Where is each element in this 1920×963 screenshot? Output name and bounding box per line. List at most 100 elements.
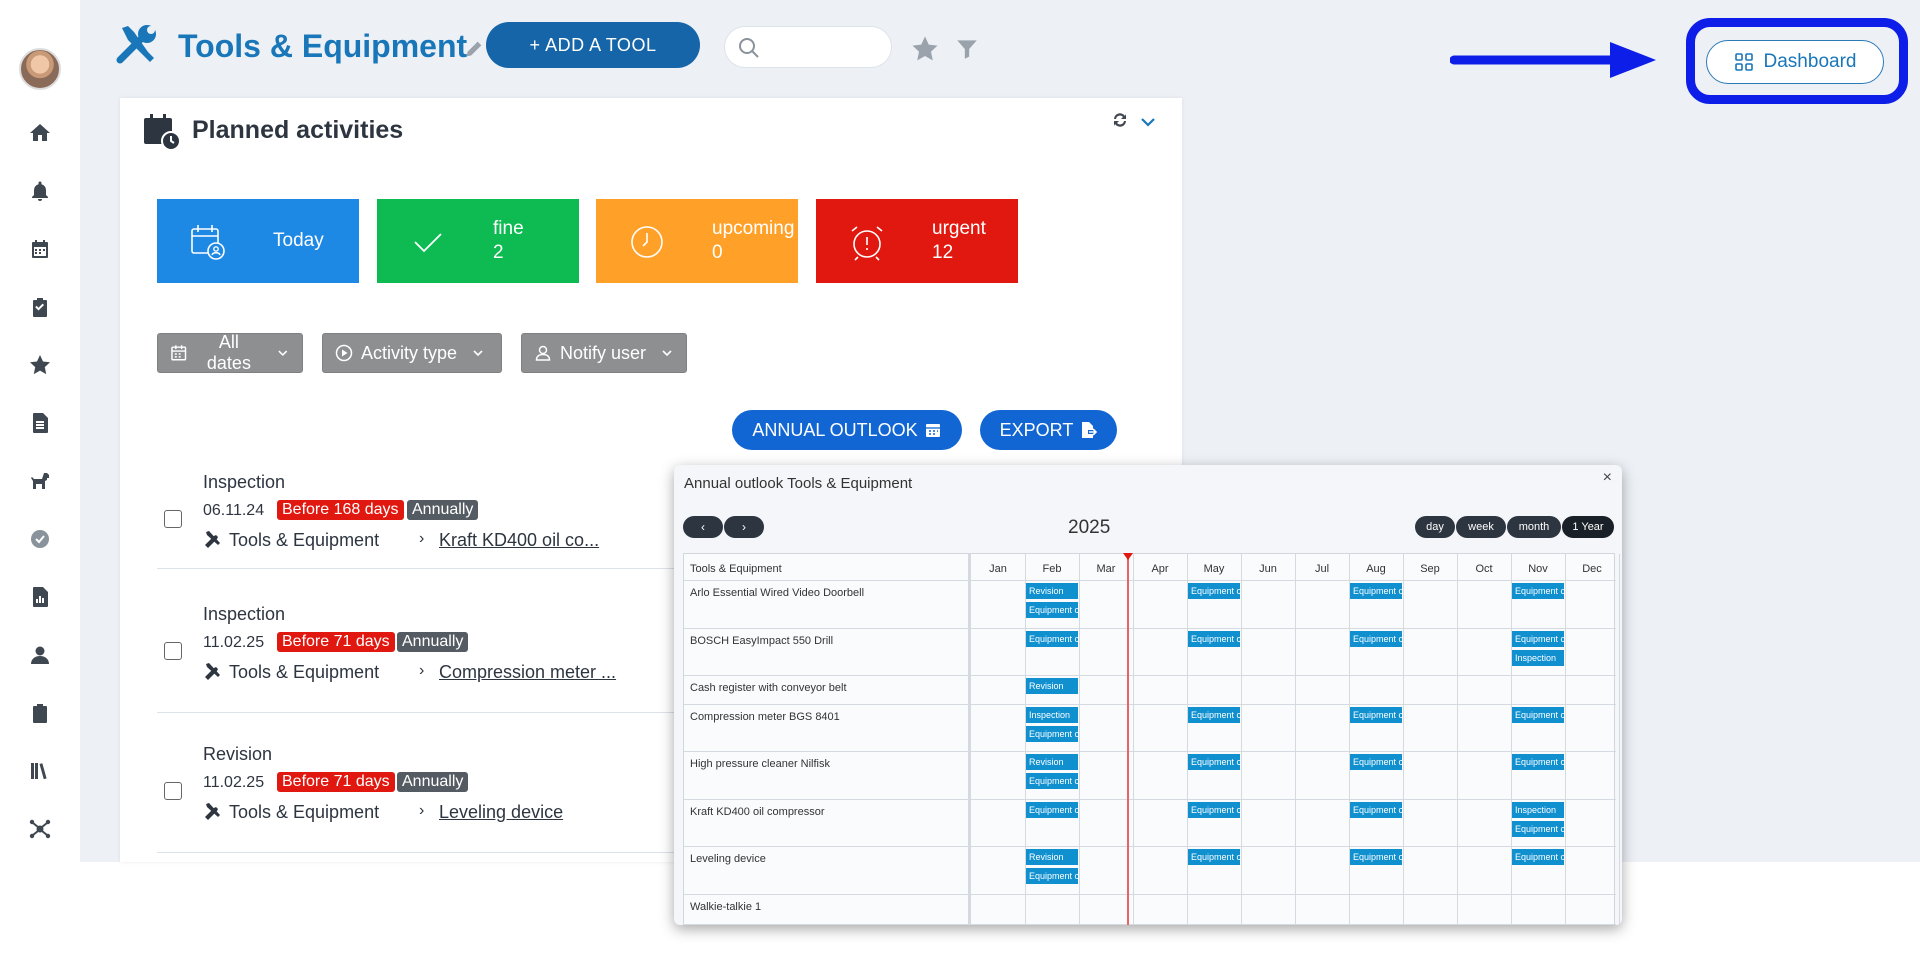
calendar-icon (925, 424, 940, 437)
gantt-activity-bar[interactable]: Equipment c (1512, 849, 1564, 865)
pencil-icon[interactable] (463, 38, 485, 60)
gantt-row-divider (684, 846, 1616, 847)
close-icon[interactable]: × (1603, 469, 1612, 487)
dashboard-button[interactable]: Dashboard (1706, 40, 1884, 84)
sidebar-item-documents[interactable] (20, 394, 60, 452)
view-week-button[interactable]: week (1456, 516, 1506, 538)
activity-item-link[interactable]: Compression meter ... (439, 662, 616, 683)
gantt-activity-bar[interactable]: Equipment c (1188, 802, 1240, 818)
sidebar-item-home[interactable] (20, 104, 60, 162)
activity-checkbox[interactable] (164, 642, 182, 660)
avatar[interactable] (19, 48, 61, 90)
activity-checkbox[interactable] (164, 510, 182, 528)
checkmark-icon (414, 233, 442, 253)
gantt-activity-bar[interactable]: Equipment c (1188, 631, 1240, 647)
gantt-activity-bar[interactable]: Inspection (1026, 707, 1078, 723)
gantt-activity-bar[interactable]: Equipment c (1026, 802, 1078, 818)
gantt-activity-bar[interactable]: Equipment c (1350, 631, 1402, 647)
sidebar-icons (20, 104, 60, 858)
activity-category: Tools & Equipment (229, 662, 380, 682)
gantt-activity-bar[interactable]: Inspection (1512, 650, 1564, 666)
gantt-activity-bar[interactable]: Revision (1026, 754, 1078, 770)
today-marker-icon (1123, 553, 1133, 560)
gantt-activity-bar[interactable]: Equipment c (1026, 868, 1078, 884)
view-month-button[interactable]: month (1507, 516, 1561, 538)
gantt-chart: Tools & Equipment Jan Feb Mar Apr May Jun Jul A… (683, 553, 1620, 925)
sidebar-item-clipboard[interactable] (20, 684, 60, 742)
funnel-filter-icon[interactable] (954, 36, 980, 62)
activity-item: Inspection 06.11.24 Before 168 days Annu… (157, 472, 737, 592)
all-dates-filter[interactable]: All dates (157, 332, 303, 373)
gantt-activity-bar[interactable]: Equipment c (1350, 707, 1402, 723)
tile-urgent[interactable]: urgent 12 (816, 199, 1018, 283)
sidebar-item-tasks[interactable] (20, 278, 60, 336)
gantt-activity-bar[interactable]: Inspection (1512, 802, 1564, 818)
gantt-month-label: Sep (1420, 563, 1440, 575)
gantt-activity-bar[interactable]: Equipment c (1188, 583, 1240, 599)
sidebar-item-completed[interactable] (20, 510, 60, 568)
gantt-activity-bar[interactable]: Equipment c (1350, 802, 1402, 818)
star-filter-icon[interactable] (910, 34, 940, 64)
tile-upcoming[interactable]: upcoming 0 (596, 199, 798, 283)
notify-user-label: Notify user (560, 342, 647, 363)
gantt-activity-bar[interactable]: Equipment c (1512, 707, 1564, 723)
activity-name: Inspection (203, 604, 286, 624)
tile-urgent-count: 12 (932, 242, 954, 263)
chevron-right-icon: › (419, 530, 425, 547)
gantt-activity-bar[interactable]: Equipment c (1026, 631, 1078, 647)
sidebar-item-users[interactable] (20, 626, 60, 684)
home-icon (30, 124, 50, 141)
gantt-activity-bar[interactable]: Equipment c (1026, 602, 1078, 618)
activity-item-link[interactable]: Leveling device (439, 802, 563, 823)
gantt-activity-bar[interactable]: Equipment c (1512, 583, 1564, 599)
gantt-activity-bar[interactable]: Equipment c (1026, 773, 1078, 789)
sidebar-item-notifications[interactable] (20, 162, 60, 220)
sidebar-item-network[interactable] (20, 800, 60, 858)
gantt-row-divider (684, 924, 1616, 925)
next-year-button[interactable]: › (724, 516, 764, 538)
prev-year-button[interactable]: ‹ (683, 516, 723, 538)
gantt-activity-bar[interactable]: Revision (1026, 583, 1078, 599)
gantt-activity-bar[interactable]: Equipment c (1188, 707, 1240, 723)
refresh-icon[interactable] (1110, 110, 1130, 130)
tile-today[interactable]: Today (157, 199, 359, 283)
gantt-row-divider (684, 751, 1616, 752)
activity-type-label: Activity type (361, 342, 458, 363)
annual-outlook-button[interactable]: ANNUAL OUTLOOK (732, 410, 962, 450)
search-input[interactable] (769, 35, 879, 59)
sidebar-item-calendar[interactable] (20, 220, 60, 278)
page-title: Tools & Equipment (178, 28, 468, 64)
activity-item-link[interactable]: Kraft KD400 oil co... (439, 530, 599, 551)
view-day-button[interactable]: day (1415, 516, 1455, 538)
chevron-down-icon[interactable] (1138, 112, 1158, 132)
gantt-activity-bar[interactable]: Equipment c (1188, 754, 1240, 770)
tools-icon (116, 25, 156, 64)
gantt-activity-bar[interactable]: Equipment c (1026, 726, 1078, 742)
gantt-activity-bar[interactable]: Equipment c (1350, 583, 1402, 599)
gantt-activity-bar[interactable]: Revision (1026, 849, 1078, 865)
notify-user-filter[interactable]: Notify user (521, 333, 687, 373)
file-export-icon (1082, 422, 1098, 438)
gantt-activity-bar[interactable]: Equipment c (1350, 754, 1402, 770)
gantt-activity-bar[interactable]: Equipment c (1188, 849, 1240, 865)
sidebar-item-library[interactable] (20, 742, 60, 800)
sidebar-item-animals[interactable] (20, 452, 60, 510)
view-1-year-button[interactable]: 1 Year (1562, 516, 1614, 538)
gantt-activity-bar[interactable]: Equipment c (1512, 754, 1564, 770)
gantt-activity-bar[interactable]: Revision (1026, 678, 1078, 694)
gantt-activity-bar[interactable]: Equipment c (1512, 631, 1564, 647)
gantt-activity-bar[interactable]: Equipment c (1350, 849, 1402, 865)
activity-type-filter[interactable]: Activity type (322, 333, 502, 373)
grid-icon (1734, 53, 1753, 71)
export-button[interactable]: EXPORT (980, 410, 1117, 450)
activity-item: Revision 11.02.25 Before 71 days Annuall… (157, 744, 737, 862)
alarm-clock-icon (851, 226, 883, 261)
add-tool-button[interactable]: + ADD A TOOL (486, 22, 700, 68)
gantt-row-divider (684, 894, 1616, 895)
tile-fine[interactable]: fine 2 (377, 199, 579, 283)
activity-checkbox[interactable] (164, 782, 182, 800)
sidebar-item-reports[interactable] (20, 568, 60, 626)
sidebar-item-favorites[interactable] (20, 336, 60, 394)
clock-icon (631, 226, 663, 258)
gantt-activity-bar[interactable]: Equipment c (1512, 821, 1564, 837)
